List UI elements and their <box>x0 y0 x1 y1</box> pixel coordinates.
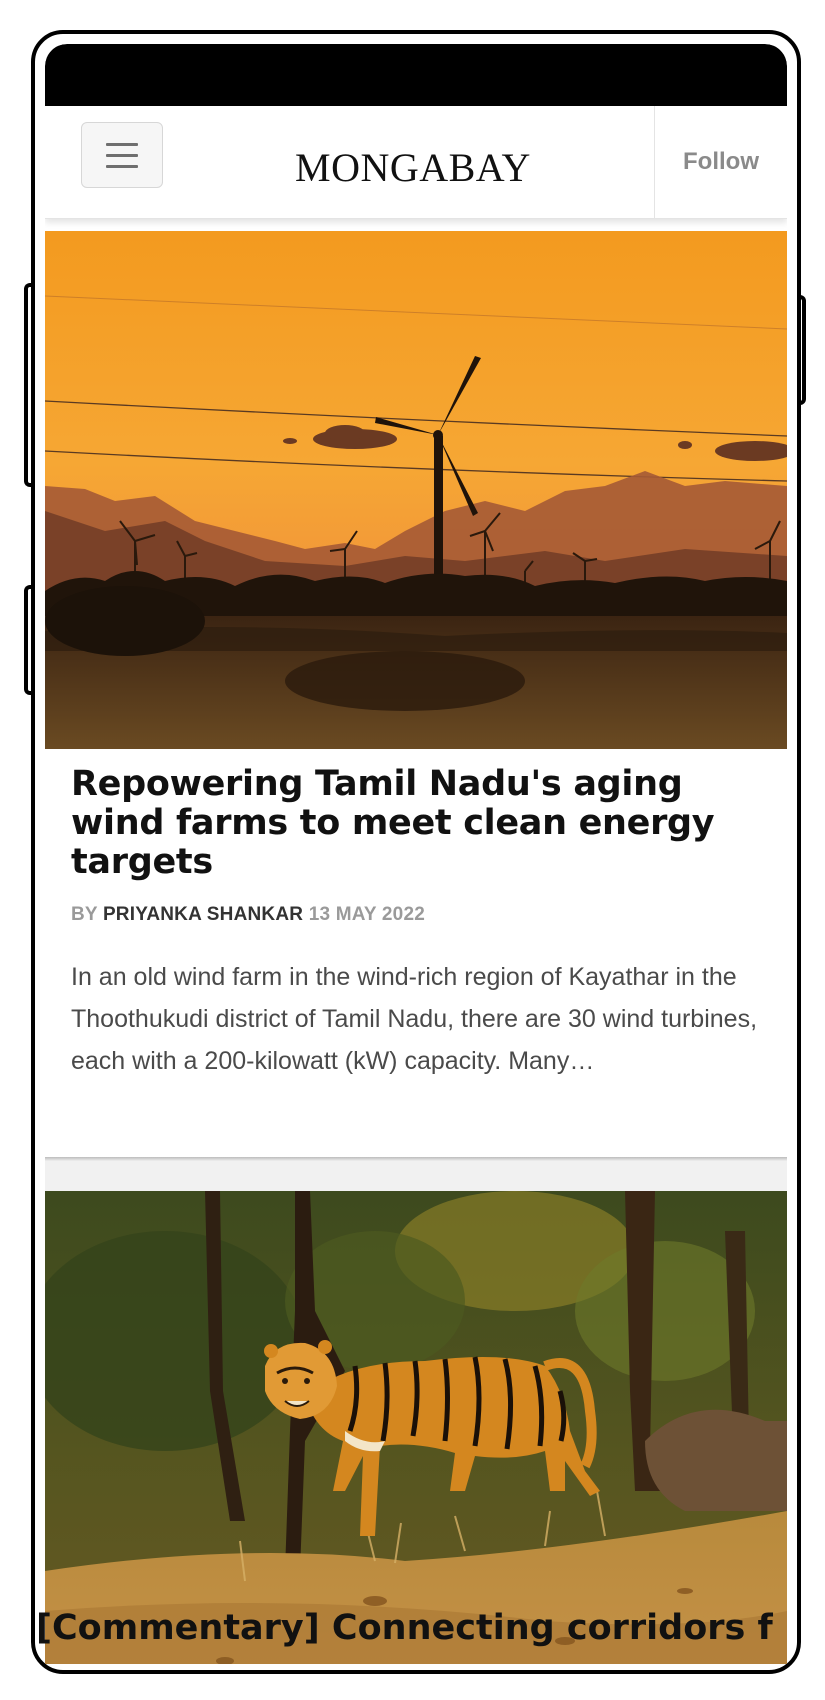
status-bar <box>45 44 787 106</box>
byline-prefix: BY <box>71 904 98 925</box>
article-headline-peek[interactable]: [Commentary] Connecting corridors f <box>36 1608 773 1648</box>
follow-button[interactable]: Follow <box>654 106 787 218</box>
article-card-body: Repowering Tamil Nadu's aging wind farms… <box>45 749 787 1157</box>
article-card[interactable] <box>45 1191 787 1664</box>
screen: MONGABAY Follow Repowering Tamil Nadu's … <box>45 44 787 1664</box>
phone-frame: MONGABAY Follow Repowering Tamil Nadu's … <box>31 30 801 1674</box>
wind-turbines-sunset-photo[interactable] <box>45 231 787 749</box>
article-card[interactable]: Repowering Tamil Nadu's aging wind farms… <box>45 231 787 1161</box>
article-author[interactable]: PRIYANKA SHANKAR <box>103 904 303 925</box>
hamburger-menu-icon-line <box>106 153 138 157</box>
article-headline[interactable]: Repowering Tamil Nadu's aging wind farms… <box>71 765 761 882</box>
card-divider <box>45 1157 787 1161</box>
article-byline: BY PRIYANKA SHANKAR 13 MAY 2022 <box>71 904 761 926</box>
menu-button[interactable] <box>81 122 163 188</box>
article-date: 13 MAY 2022 <box>308 904 425 925</box>
brand-logo[interactable]: MONGABAY <box>295 144 531 191</box>
article-excerpt: In an old wind farm in the wind-rich reg… <box>71 963 758 1075</box>
follow-label: Follow <box>683 148 759 175</box>
tiger-in-forest-photo[interactable] <box>45 1191 787 1664</box>
article-feed: Repowering Tamil Nadu's aging wind farms… <box>45 231 787 1664</box>
app-header: MONGABAY Follow <box>45 106 787 219</box>
hamburger-menu-icon <box>106 142 138 146</box>
hamburger-menu-icon-line <box>106 164 138 168</box>
